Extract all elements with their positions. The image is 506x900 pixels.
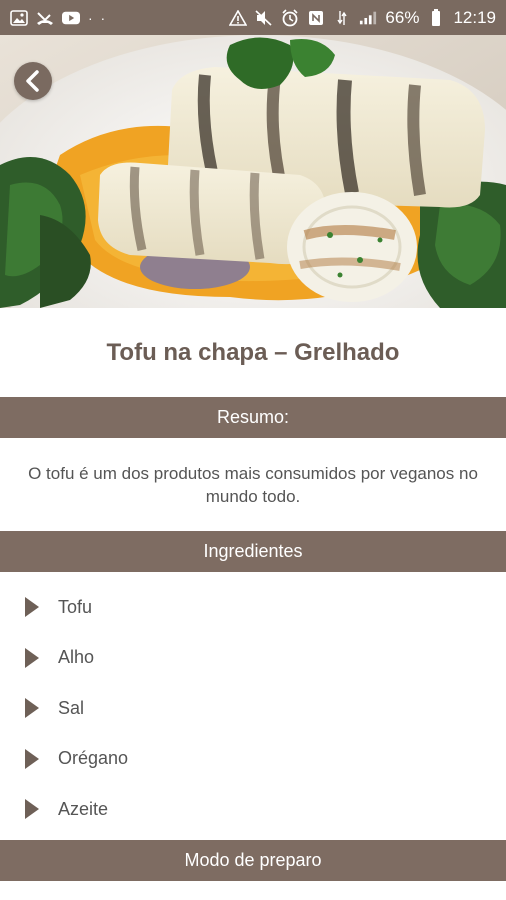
signal-strength-icon bbox=[359, 9, 377, 27]
list-item: Tofu bbox=[0, 582, 506, 633]
more-notifications-dots: · · bbox=[88, 9, 108, 26]
warning-icon bbox=[229, 9, 248, 27]
summary-text: O tofu é um dos produtos mais consumidos… bbox=[28, 463, 478, 506]
battery-icon bbox=[427, 8, 445, 27]
list-item: Azeite bbox=[0, 784, 506, 835]
list-item: Sal bbox=[0, 683, 506, 734]
list-item: Orégano bbox=[0, 734, 506, 785]
back-button[interactable] bbox=[14, 62, 52, 100]
status-bar-left: · · bbox=[10, 9, 107, 27]
alarm-icon bbox=[281, 8, 299, 27]
ingredient-label: Tofu bbox=[58, 596, 93, 617]
preparation-header: Modo de preparo bbox=[0, 840, 506, 881]
battery-percentage: 66% bbox=[385, 7, 420, 27]
ingredients-header: Ingredientes bbox=[0, 531, 506, 572]
data-transfer-icon bbox=[333, 9, 351, 27]
nfc-icon bbox=[307, 9, 325, 27]
youtube-notification-icon bbox=[62, 9, 80, 27]
status-bar: · · 66% 12:19 bbox=[0, 0, 506, 35]
ingredient-label: Sal bbox=[58, 697, 85, 718]
play-arrow-icon bbox=[24, 595, 40, 619]
ingredient-label: Azeite bbox=[58, 798, 109, 819]
gallery-notification-icon bbox=[10, 9, 28, 27]
clock: 12:19 bbox=[453, 7, 496, 27]
play-arrow-icon bbox=[24, 797, 40, 821]
play-arrow-icon bbox=[24, 646, 40, 670]
recipe-title: Tofu na chapa – Grelhado bbox=[106, 338, 400, 366]
ingredients-list: Tofu Alho Sal Orégano Azeite bbox=[0, 582, 506, 835]
status-bar-right: 66% 12:19 bbox=[229, 8, 496, 28]
missed-call-notification-icon bbox=[36, 9, 54, 27]
chevron-left-icon bbox=[26, 70, 39, 92]
summary-header: Resumo: bbox=[0, 397, 506, 438]
ingredient-label: Alho bbox=[58, 647, 95, 668]
ingredient-label: Orégano bbox=[58, 748, 129, 769]
recipe-photo bbox=[0, 35, 506, 308]
grilled-tofu-illustration bbox=[0, 35, 506, 308]
play-arrow-icon bbox=[24, 747, 40, 771]
play-arrow-icon bbox=[24, 696, 40, 720]
mute-icon bbox=[255, 9, 273, 27]
list-item: Alho bbox=[0, 633, 506, 684]
